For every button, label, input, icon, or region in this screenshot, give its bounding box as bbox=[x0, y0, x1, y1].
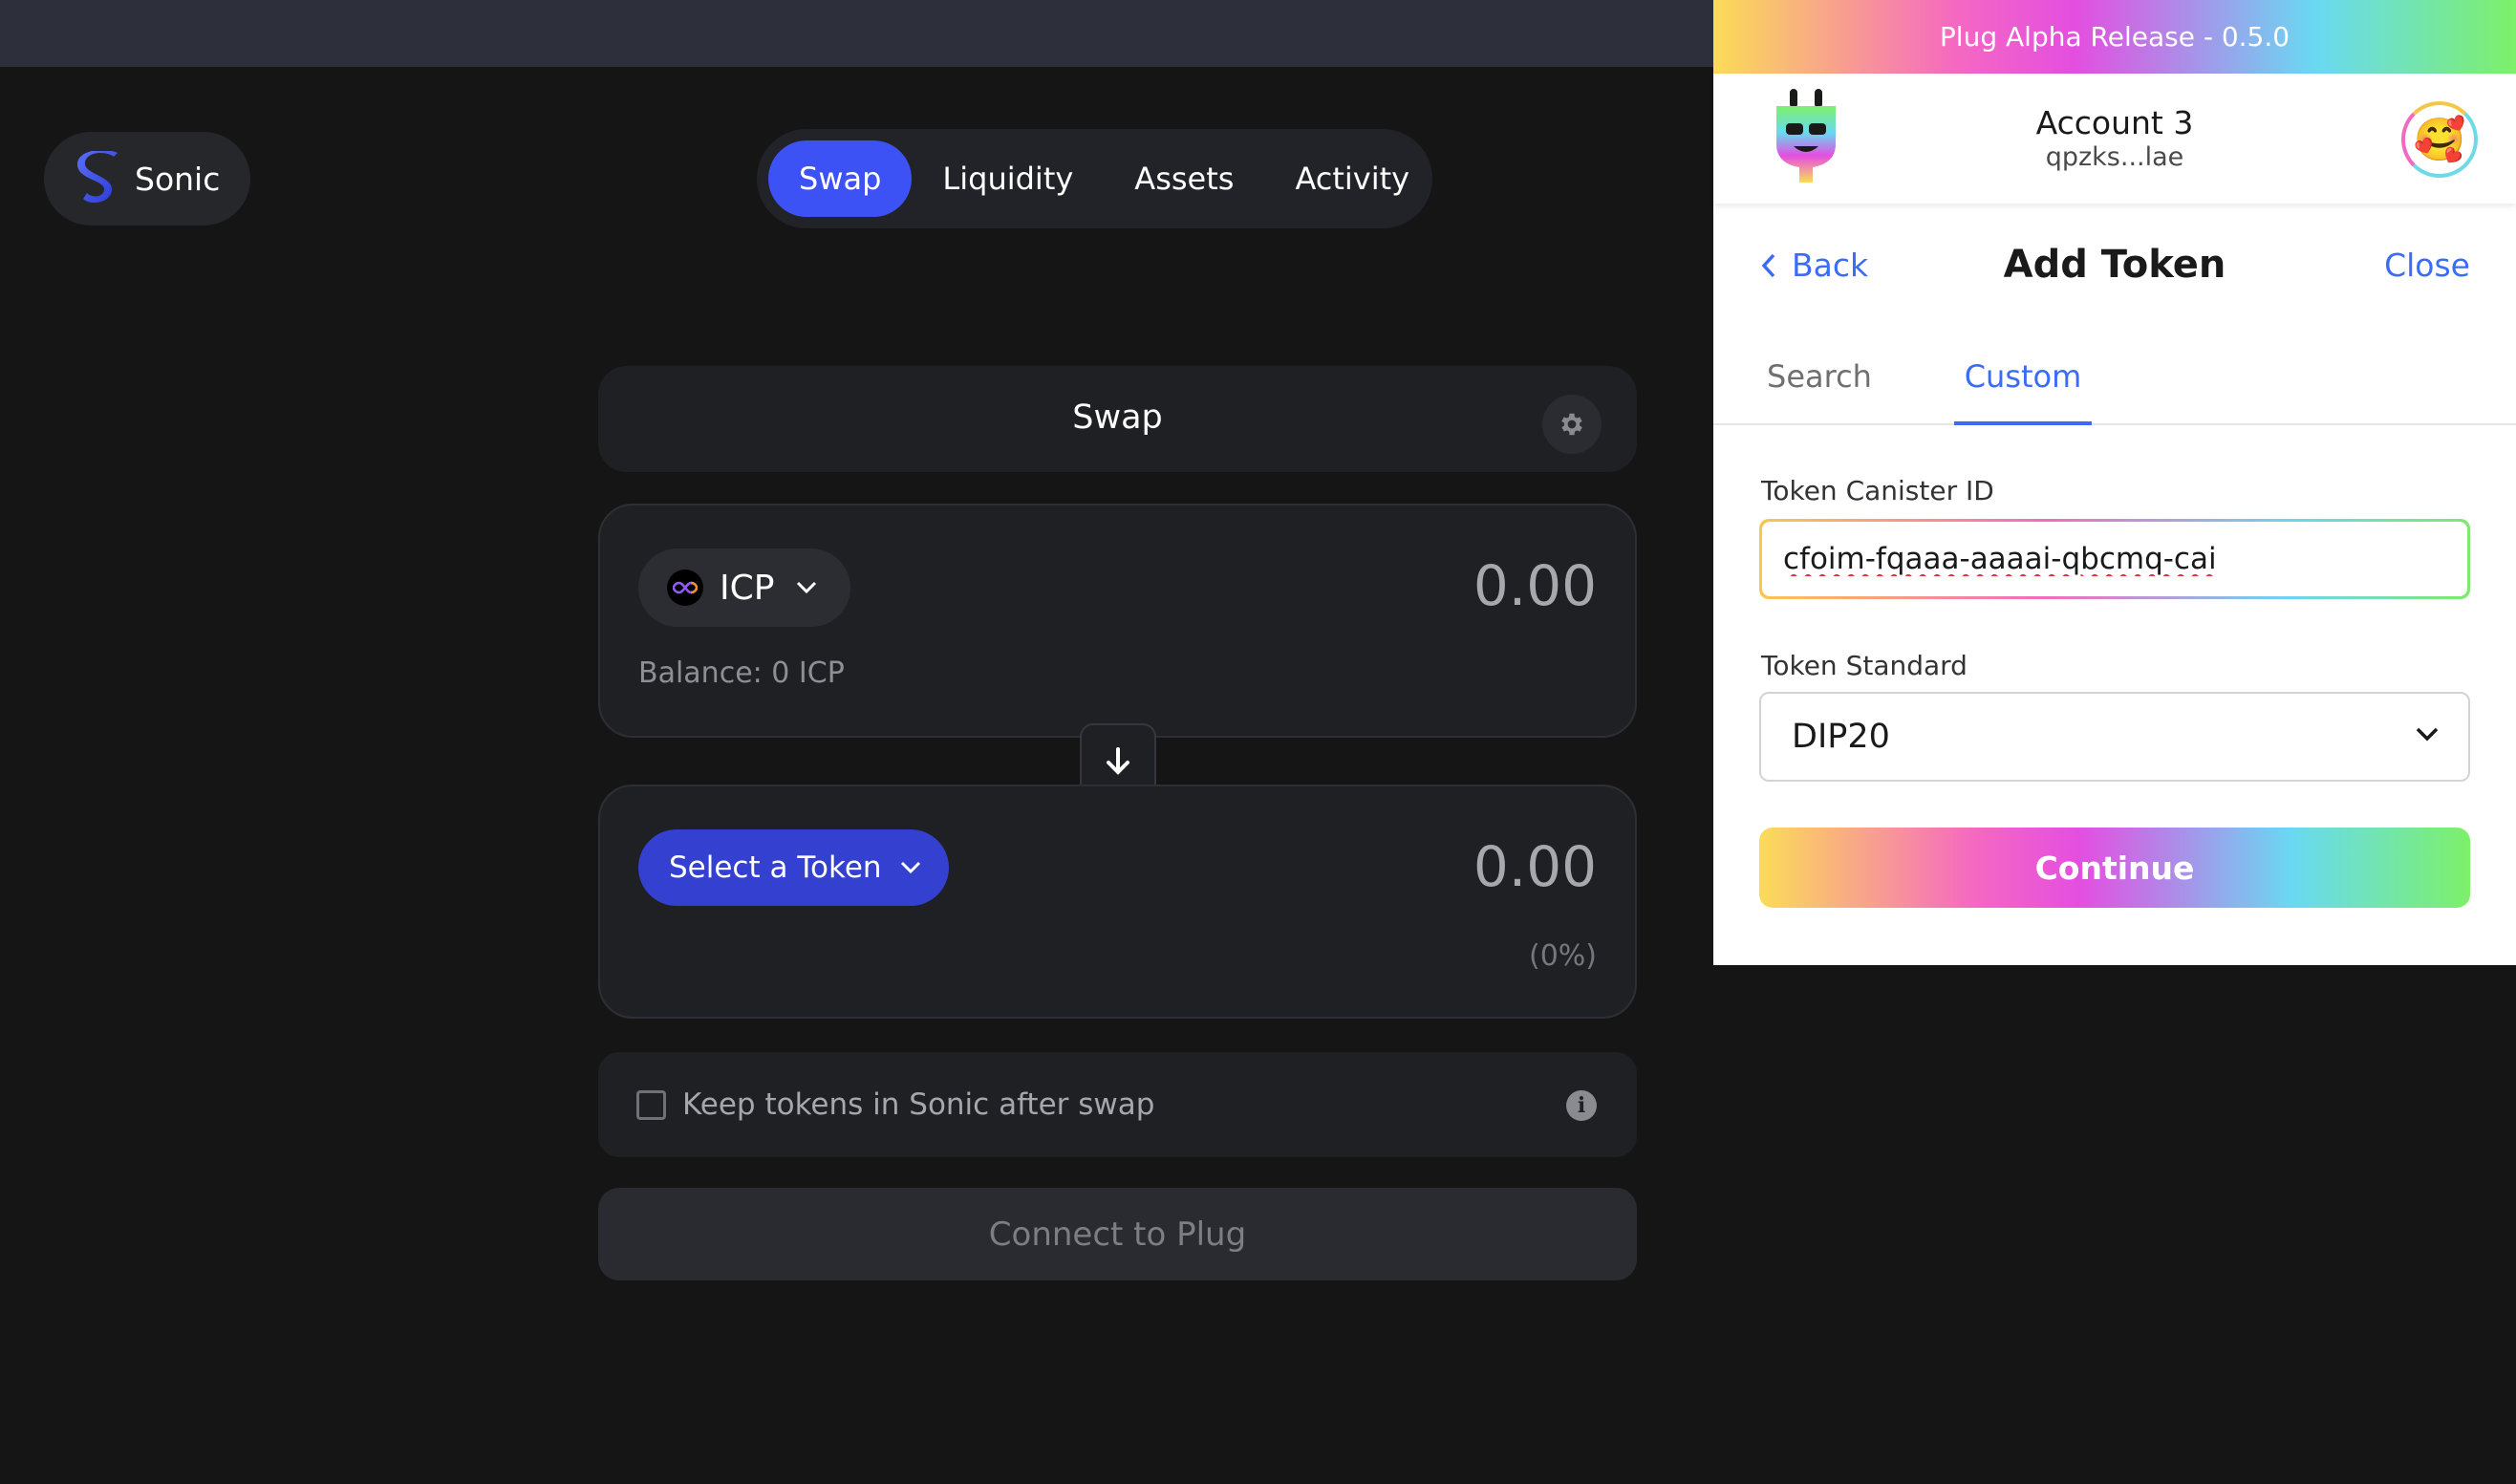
tab-activity[interactable]: Activity bbox=[1264, 140, 1440, 217]
canister-id-input[interactable] bbox=[1762, 522, 2467, 596]
main-nav: Swap Liquidity Assets Activity bbox=[757, 129, 1432, 228]
swap-to-panel: Select a Token 0.00 (0%) bbox=[598, 785, 1637, 1019]
keep-tokens-label: Keep tokens in Sonic after swap bbox=[682, 1087, 1155, 1122]
swap-title: Swap bbox=[1072, 398, 1163, 437]
sonic-logo[interactable]: Sonic bbox=[44, 132, 250, 226]
token-standard-label: Token Standard bbox=[1761, 650, 1968, 681]
token-tabs: Search Custom bbox=[1713, 349, 2516, 425]
chevron-down-icon bbox=[797, 581, 817, 594]
swap-from-panel: ICP 0.00 Balance: 0 ICP bbox=[598, 504, 1637, 738]
info-icon[interactable]: i bbox=[1566, 1090, 1597, 1121]
account-name: Account 3 bbox=[2035, 104, 2194, 141]
keep-tokens-row: Keep tokens in Sonic after swap i bbox=[598, 1052, 1637, 1157]
sonic-logo-icon bbox=[77, 151, 118, 204]
to-amount[interactable]: 0.00 bbox=[1473, 834, 1597, 899]
chevron-down-icon bbox=[2416, 727, 2439, 742]
tab-custom[interactable]: Custom bbox=[1954, 349, 2092, 425]
from-token-selector[interactable]: ICP bbox=[638, 548, 850, 627]
plug-popup: Plug Alpha Release - 0.5.0 Account 3 qpz… bbox=[1713, 0, 2516, 965]
release-banner: Plug Alpha Release - 0.5.0 bbox=[1713, 0, 2516, 74]
gear-icon bbox=[1561, 413, 1582, 436]
token-standard-value: DIP20 bbox=[1792, 718, 1890, 756]
tab-search[interactable]: Search bbox=[1767, 358, 1872, 395]
icp-token-icon bbox=[667, 570, 703, 606]
tab-liquidity[interactable]: Liquidity bbox=[912, 140, 1104, 217]
from-token-label: ICP bbox=[720, 568, 775, 608]
chevron-down-icon bbox=[900, 861, 920, 874]
token-standard-select[interactable]: DIP20 bbox=[1759, 692, 2470, 782]
swap-header: Swap bbox=[598, 366, 1637, 472]
logo-text: Sonic bbox=[135, 160, 221, 198]
select-token-label: Select a Token bbox=[669, 850, 882, 885]
price-impact: (0%) bbox=[1528, 939, 1597, 973]
tab-assets[interactable]: Assets bbox=[1104, 140, 1264, 217]
from-amount[interactable]: 0.00 bbox=[1473, 553, 1597, 618]
keep-tokens-checkbox[interactable] bbox=[636, 1090, 666, 1120]
canister-id-label: Token Canister ID bbox=[1761, 475, 1994, 506]
canister-id-field-wrapper bbox=[1759, 519, 2470, 599]
from-balance: Balance: 0 ICP bbox=[638, 656, 845, 690]
avatar[interactable]: 🥰 bbox=[2401, 101, 2478, 178]
top-bar bbox=[0, 0, 1713, 67]
arrow-down-icon bbox=[1107, 747, 1129, 775]
close-button[interactable]: Close bbox=[2384, 247, 2470, 284]
settings-button[interactable] bbox=[1542, 395, 1602, 454]
select-token-button[interactable]: Select a Token bbox=[638, 829, 949, 906]
account-address: qpzks...lae bbox=[2045, 142, 2184, 172]
connect-to-plug-button[interactable]: Connect to Plug bbox=[598, 1188, 1637, 1280]
continue-button[interactable]: Continue bbox=[1759, 828, 2470, 908]
account-header: Account 3 qpzks...lae 🥰 bbox=[1713, 74, 2516, 204]
tab-swap[interactable]: Swap bbox=[768, 140, 913, 217]
